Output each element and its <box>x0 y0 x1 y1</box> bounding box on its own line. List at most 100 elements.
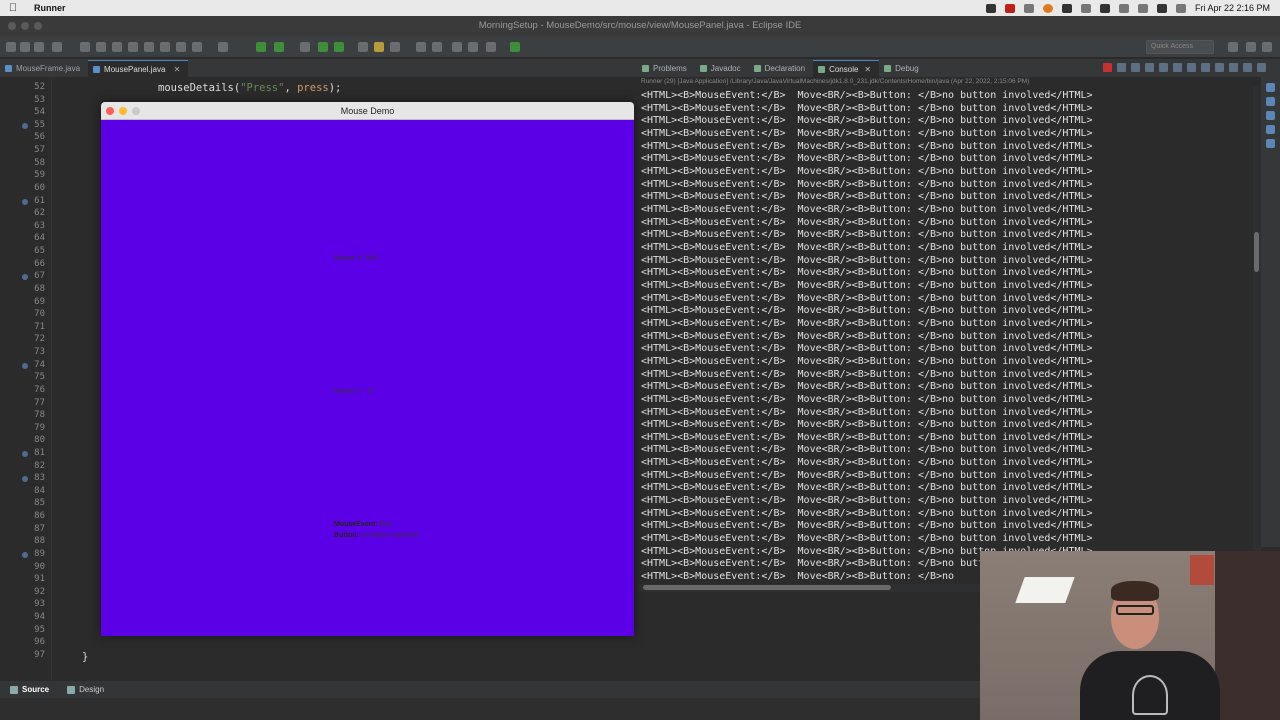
perspective-icon[interactable] <box>510 42 520 52</box>
suspend-icon[interactable] <box>112 42 122 52</box>
code-line-52[interactable]: mouseDetails("Press", press); <box>158 82 341 94</box>
console-output[interactable]: <HTML><B>MouseEvent:</B> Move<BR/><B>But… <box>637 87 1253 584</box>
print-icon[interactable] <box>52 42 62 52</box>
bookmarks-icon[interactable] <box>1266 139 1275 148</box>
external-tools-icon[interactable] <box>300 42 310 52</box>
forward-icon[interactable] <box>468 42 478 52</box>
save-all-icon[interactable] <box>34 42 44 52</box>
clear-console-icon[interactable] <box>1145 63 1154 72</box>
open-console-icon[interactable] <box>1229 63 1238 72</box>
tab-declaration[interactable]: Declaration <box>749 60 813 77</box>
mouse-demo-title-bar[interactable]: Mouse Demo <box>101 102 634 120</box>
new-java-project-icon[interactable] <box>318 42 328 52</box>
maximize-view-icon[interactable] <box>1257 63 1266 72</box>
window-icon[interactable] <box>1023 3 1034 13</box>
scroll-lock-icon[interactable] <box>1159 63 1168 72</box>
terminate-icon[interactable] <box>1103 63 1112 72</box>
remove-launch-icon[interactable] <box>1117 63 1126 72</box>
step-over-icon[interactable] <box>176 42 186 52</box>
show-on-output-icon[interactable] <box>1187 63 1196 72</box>
bluetooth-icon[interactable] <box>1080 3 1091 13</box>
close-window-button[interactable] <box>8 22 16 30</box>
quick-access-field[interactable]: Quick Access <box>1146 40 1214 54</box>
tab-problems[interactable]: Problems <box>637 60 695 77</box>
volume-icon[interactable] <box>1061 3 1072 13</box>
tab-source[interactable]: Source <box>0 685 57 694</box>
java-perspective-icon[interactable] <box>1246 42 1256 52</box>
firefox-icon[interactable] <box>1042 3 1053 13</box>
scroll-thumb[interactable] <box>643 585 891 590</box>
console-line: <HTML><B>MouseEvent:</B> Move<BR/><B>But… <box>641 457 1093 469</box>
tab-source-label: Source <box>22 685 50 694</box>
console-line: <HTML><B>MouseEvent:</B> Move<BR/><B>But… <box>641 431 1093 443</box>
terminate-icon[interactable] <box>128 42 138 52</box>
disconnect-icon[interactable] <box>144 42 154 52</box>
search-icon[interactable] <box>390 42 400 52</box>
wifi-icon[interactable] <box>1118 3 1129 13</box>
override-marker-icon[interactable] <box>22 198 28 205</box>
run-icon[interactable] <box>256 42 266 52</box>
close-icon[interactable]: ✕ <box>864 65 871 74</box>
override-marker-icon[interactable] <box>22 362 28 369</box>
battery-icon[interactable] <box>1099 3 1110 13</box>
override-marker-icon[interactable] <box>22 274 28 281</box>
override-marker-icon[interactable] <box>22 450 28 457</box>
tab-console[interactable]: Console ✕ <box>813 60 880 77</box>
override-marker-icon[interactable] <box>22 476 28 483</box>
save-icon[interactable] <box>20 42 30 52</box>
open-task-icon[interactable] <box>374 42 384 52</box>
minimize-view-icon[interactable] <box>1243 63 1252 72</box>
step-return-icon[interactable] <box>192 42 202 52</box>
app-menu-name[interactable]: Runner <box>34 3 66 13</box>
menubar-clock[interactable]: Fri Apr 22 2:16 PM <box>1195 3 1270 13</box>
skip-breakpoints-icon[interactable] <box>80 42 90 52</box>
display-console-icon[interactable] <box>1215 63 1224 72</box>
hierarchy-icon[interactable] <box>1266 125 1275 134</box>
tab-debug[interactable]: Debug <box>879 60 927 77</box>
console-line: <HTML><B>MouseEvent:</B> Move<BR/><B>But… <box>641 381 1093 393</box>
close-window-button[interactable] <box>106 107 114 115</box>
pin-editor-icon[interactable] <box>486 42 496 52</box>
open-type-icon[interactable] <box>358 42 368 52</box>
annotation-prev-icon[interactable] <box>432 42 442 52</box>
apple-menu-icon[interactable]:  <box>0 2 26 14</box>
tab-mousepanel-java[interactable]: MousePanel.java ✕ <box>88 60 189 77</box>
mouse-demo-window[interactable]: Mouse Demo Mouse X: 528 Mouse Y: -17 Mou… <box>101 102 634 636</box>
console-vertical-scrollbar[interactable] <box>1253 87 1261 584</box>
spotlight-search-icon[interactable] <box>1137 3 1148 13</box>
annotation-next-icon[interactable] <box>416 42 426 52</box>
coverage-icon[interactable] <box>274 42 284 52</box>
scroll-thumb[interactable] <box>1254 232 1259 272</box>
console-horizontal-scrollbar[interactable] <box>637 584 980 592</box>
record-icon[interactable] <box>1004 3 1015 13</box>
pin-console-icon[interactable] <box>1201 63 1210 72</box>
debug-perspective-icon[interactable] <box>1262 42 1272 52</box>
tab-javadoc[interactable]: Javadoc <box>695 60 749 77</box>
override-marker-icon[interactable] <box>22 122 28 129</box>
open-perspective-icon[interactable] <box>1228 42 1238 52</box>
debug-icon[interactable] <box>218 42 228 52</box>
resume-icon[interactable] <box>96 42 106 52</box>
remove-all-icon[interactable] <box>1131 63 1140 72</box>
control-center-icon[interactable] <box>1156 3 1167 13</box>
back-icon[interactable] <box>452 42 462 52</box>
console-line: <HTML><B>MouseEvent:</B> Move<BR/><B>But… <box>641 507 1093 519</box>
minimize-window-button[interactable] <box>119 107 127 115</box>
task-list-icon[interactable] <box>1266 111 1275 120</box>
code-line-97[interactable]: } <box>82 651 88 663</box>
new-file-icon[interactable] <box>6 42 16 52</box>
video-icon[interactable] <box>985 3 996 13</box>
siri-icon[interactable] <box>1175 3 1186 13</box>
word-wrap-icon[interactable] <box>1173 63 1182 72</box>
restore-icon[interactable] <box>1266 83 1275 92</box>
minimize-window-button[interactable] <box>21 22 29 30</box>
tab-mouseframe-java[interactable]: MouseFrame.java <box>0 60 88 77</box>
override-marker-icon[interactable] <box>22 551 28 558</box>
tab-design[interactable]: Design <box>57 685 112 694</box>
zoom-window-button[interactable] <box>34 22 42 30</box>
outline-icon[interactable] <box>1266 97 1275 106</box>
new-package-icon[interactable] <box>334 42 344 52</box>
zoom-window-button[interactable] <box>132 107 140 115</box>
close-icon[interactable]: ✕ <box>174 65 181 74</box>
step-into-icon[interactable] <box>160 42 170 52</box>
